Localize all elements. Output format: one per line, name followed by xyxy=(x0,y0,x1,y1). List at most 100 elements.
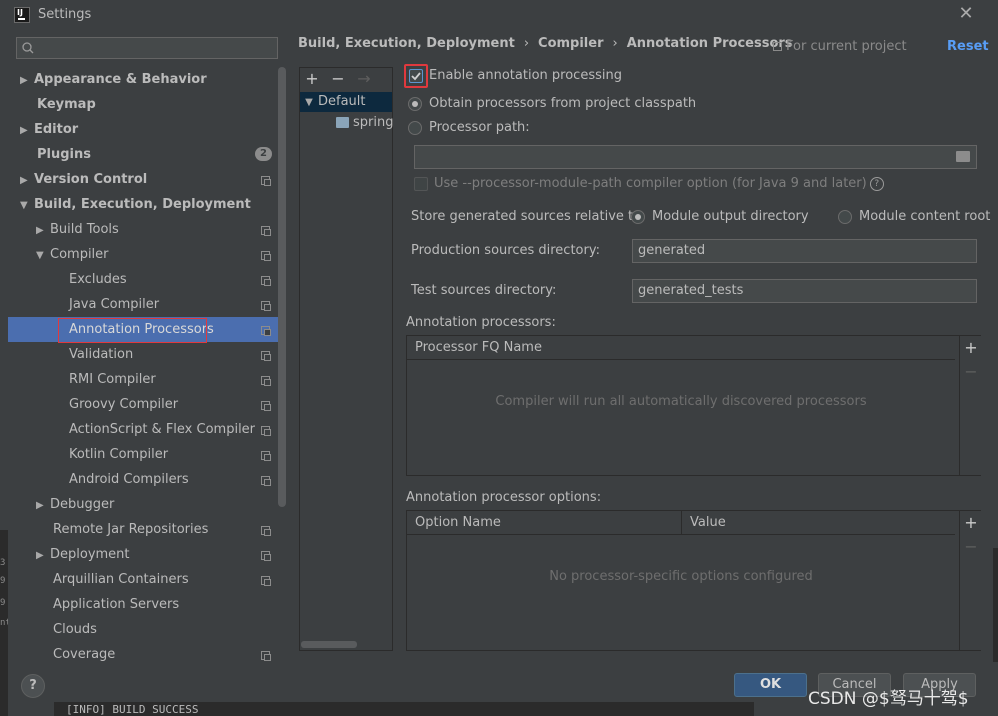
sidebar-item-version-control[interactable]: ▶ Version Control xyxy=(20,167,147,192)
profile-module-spring[interactable]: spring xyxy=(336,113,393,133)
sidebar-item-label: Build, Execution, Deployment xyxy=(34,197,251,212)
sidebar-item-rmi-compiler[interactable]: RMI Compiler xyxy=(69,367,156,392)
checkmark-icon xyxy=(411,72,421,81)
sidebar-item-debugger[interactable]: ▶ Debugger xyxy=(36,492,114,517)
sidebar-item-validation[interactable]: Validation xyxy=(69,342,133,367)
chevron-right-icon: ▶ xyxy=(20,125,28,136)
sidebar-item-deployment[interactable]: ▶ Deployment xyxy=(36,542,130,567)
sidebar-item-build-tools[interactable]: ▶ Build Tools xyxy=(36,217,119,242)
remove-option-button[interactable]: − xyxy=(960,537,982,556)
breadcrumb-separator: › xyxy=(523,36,530,51)
help-icon[interactable]: ? xyxy=(869,176,884,191)
column-header-option-name[interactable]: Option Name xyxy=(407,511,682,535)
sidebar-item-label: Coverage xyxy=(53,647,116,662)
processors-side-toolbar: + − xyxy=(959,336,981,475)
processor-module-path-option: Use --processor-module-path compiler opt… xyxy=(434,176,884,191)
sidebar-item-label: Deployment xyxy=(50,547,130,562)
module-content-root-radio[interactable] xyxy=(838,210,852,224)
project-level-icon xyxy=(261,451,271,461)
processor-options-table: Option Name Value No processor-specific … xyxy=(406,510,981,651)
add-option-button[interactable]: + xyxy=(960,513,982,532)
help-button[interactable]: ? xyxy=(21,674,45,698)
project-level-icon xyxy=(261,551,271,561)
test-sources-label: Test sources directory: xyxy=(411,283,557,298)
processor-path-label: Processor path: xyxy=(429,120,530,135)
annotation-highlight-box xyxy=(58,318,207,343)
sidebar-item-android-compilers[interactable]: Android Compilers xyxy=(69,467,189,492)
settings-tree-scrollbar[interactable] xyxy=(278,67,286,507)
background-console-strip: 3 9 9 nt xyxy=(0,530,11,716)
remove-profile-button[interactable]: − xyxy=(326,68,350,90)
ok-button[interactable]: OK xyxy=(734,673,807,697)
reset-link[interactable]: Reset xyxy=(947,39,989,54)
project-level-icon xyxy=(261,576,271,586)
close-button[interactable]: ✕ xyxy=(956,3,976,25)
sidebar-item-label: Application Servers xyxy=(53,597,180,612)
enable-annotation-processing-checkbox[interactable] xyxy=(409,69,423,83)
module-output-directory-radio[interactable] xyxy=(631,210,645,224)
sidebar-item-excludes[interactable]: Excludes xyxy=(69,267,127,292)
sidebar-item-groovy-compiler[interactable]: Groovy Compiler xyxy=(69,392,178,417)
move-profile-button[interactable]: → xyxy=(352,68,376,90)
annotation-processors-title: Annotation processors: xyxy=(406,315,556,330)
breadcrumb-item[interactable]: Compiler xyxy=(538,36,603,51)
sidebar-item-compiler[interactable]: ▼ Compiler xyxy=(36,242,109,267)
project-level-icon xyxy=(261,226,271,236)
window-title: Settings xyxy=(38,7,92,22)
add-profile-button[interactable]: + xyxy=(300,68,324,90)
project-level-icon xyxy=(261,426,271,436)
sidebar-item-label: Android Compilers xyxy=(69,472,189,487)
settings-search-input[interactable] xyxy=(16,37,278,59)
profile-default[interactable]: ▼ Default xyxy=(300,92,392,112)
production-sources-input[interactable]: generated xyxy=(632,239,977,263)
add-processor-button[interactable]: + xyxy=(960,338,982,357)
sidebar-item-editor[interactable]: ▶ Editor xyxy=(20,117,78,142)
project-level-icon xyxy=(261,376,271,386)
sidebar-item-arquillian-containers[interactable]: Arquillian Containers xyxy=(53,567,189,592)
sidebar-item-appearance-behavior[interactable]: ▶ Appearance & Behavior xyxy=(20,67,207,92)
chevron-right-icon: ▶ xyxy=(36,550,44,561)
breadcrumb: Build, Execution, Deployment › Compiler › An… xyxy=(298,36,793,51)
project-level-icon xyxy=(261,401,271,411)
column-header-processor-fq-name[interactable]: Processor FQ Name xyxy=(407,336,955,360)
sidebar-item-actionscript-flex-compiler[interactable]: ActionScript & Flex Compiler xyxy=(69,417,255,442)
strip-char: 3 xyxy=(0,558,6,568)
sidebar-item-remote-jar-repositories[interactable]: Remote Jar Repositories xyxy=(53,517,208,542)
profiles-panel xyxy=(299,67,393,651)
processor-path-radio[interactable] xyxy=(408,121,422,135)
sidebar-item-plugins[interactable]: Plugins xyxy=(37,142,91,167)
profiles-horizontal-scrollbar[interactable] xyxy=(301,641,357,648)
sidebar-item-java-compiler[interactable]: Java Compiler xyxy=(69,292,159,317)
processor-path-field[interactable] xyxy=(414,145,977,169)
csdn-watermark: CSDN @$驽马十驾$ xyxy=(808,689,969,709)
sidebar-item-label: ActionScript & Flex Compiler xyxy=(69,422,256,437)
chevron-down-icon: ▼ xyxy=(20,200,28,211)
profile-module-label: spring xyxy=(353,115,394,130)
breadcrumb-item[interactable]: Build, Execution, Deployment xyxy=(298,36,515,51)
project-level-icon xyxy=(261,651,271,661)
remove-processor-button[interactable]: − xyxy=(960,362,982,381)
project-level-icon xyxy=(773,42,782,51)
sidebar-item-keymap[interactable]: Keymap xyxy=(37,92,96,117)
test-sources-input[interactable]: generated_tests xyxy=(632,279,977,303)
plugins-update-badge: 2 xyxy=(255,147,272,161)
column-header-value[interactable]: Value xyxy=(682,511,955,535)
chevron-down-icon: ▼ xyxy=(305,97,313,108)
sidebar-item-label: Arquillian Containers xyxy=(53,572,189,587)
breadcrumb-item: Annotation Processors xyxy=(626,36,793,51)
sidebar-item-label: Groovy Compiler xyxy=(69,397,179,412)
processor-options-title: Annotation processor options: xyxy=(406,490,602,505)
sidebar-item-application-servers[interactable]: Application Servers xyxy=(53,592,179,617)
sidebar-item-build-execution-deployment[interactable]: ▼ Build, Execution, Deployment xyxy=(20,192,251,217)
browse-folder-icon[interactable] xyxy=(956,151,970,162)
sidebar-item-label: Clouds xyxy=(53,622,97,637)
processor-module-path-checkbox[interactable] xyxy=(414,177,428,191)
sidebar-item-kotlin-compiler[interactable]: Kotlin Compiler xyxy=(69,442,168,467)
sidebar-item-label: Editor xyxy=(34,122,79,137)
sidebar-item-label: Validation xyxy=(69,347,134,362)
module-content-root-label: Module content root xyxy=(859,209,991,224)
obtain-from-classpath-radio[interactable] xyxy=(408,97,422,111)
chevron-right-icon: ▶ xyxy=(36,225,44,236)
sidebar-item-clouds[interactable]: Clouds xyxy=(53,617,97,642)
breadcrumb-separator: › xyxy=(612,36,618,51)
